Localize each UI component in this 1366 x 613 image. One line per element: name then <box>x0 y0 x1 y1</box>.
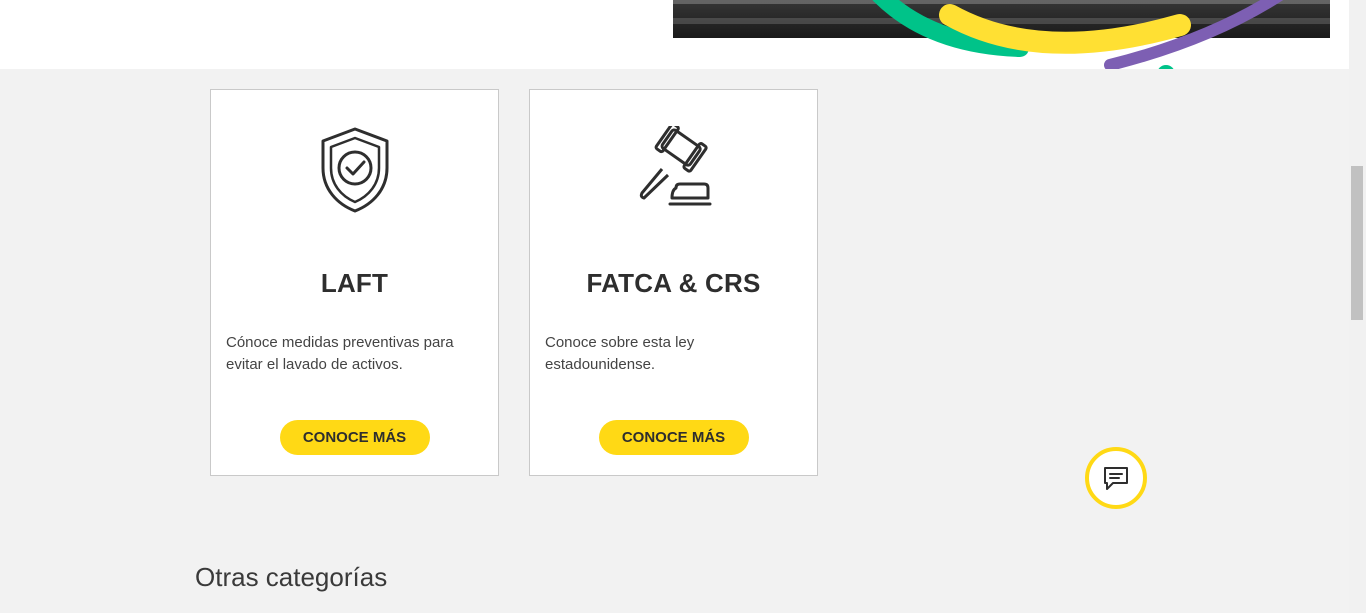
conoce-mas-button[interactable]: CONOCE MÁS <box>598 420 749 455</box>
chat-icon <box>1104 467 1128 490</box>
card-laft: LAFT Cónoce medidas preventivas para evi… <box>210 89 499 476</box>
gavel-icon <box>530 126 817 216</box>
hero-decorative-arcs <box>872 0 1284 69</box>
card-description: Cónoce medidas preventivas para evitar e… <box>226 334 454 373</box>
green-dot <box>1158 65 1174 69</box>
scrollbar-thumb[interactable] <box>1351 166 1363 320</box>
section-title: Otras categorías <box>195 562 388 592</box>
hero-section <box>0 0 1349 69</box>
card-fatca-crs: FATCA & CRS Conoce sobre esta ley estado… <box>529 89 818 476</box>
yellow-arc <box>939 4 1191 54</box>
card-title: FATCA & CRS <box>586 268 761 298</box>
card-title: LAFT <box>320 268 389 298</box>
chat-button[interactable] <box>1085 447 1147 509</box>
conoce-mas-button[interactable]: CONOCE MÁS <box>279 420 430 455</box>
card-description: Conoce sobre esta ley estadounidense. <box>545 334 695 373</box>
shield-check-icon <box>211 126 498 216</box>
scrollbar[interactable] <box>1349 0 1366 613</box>
